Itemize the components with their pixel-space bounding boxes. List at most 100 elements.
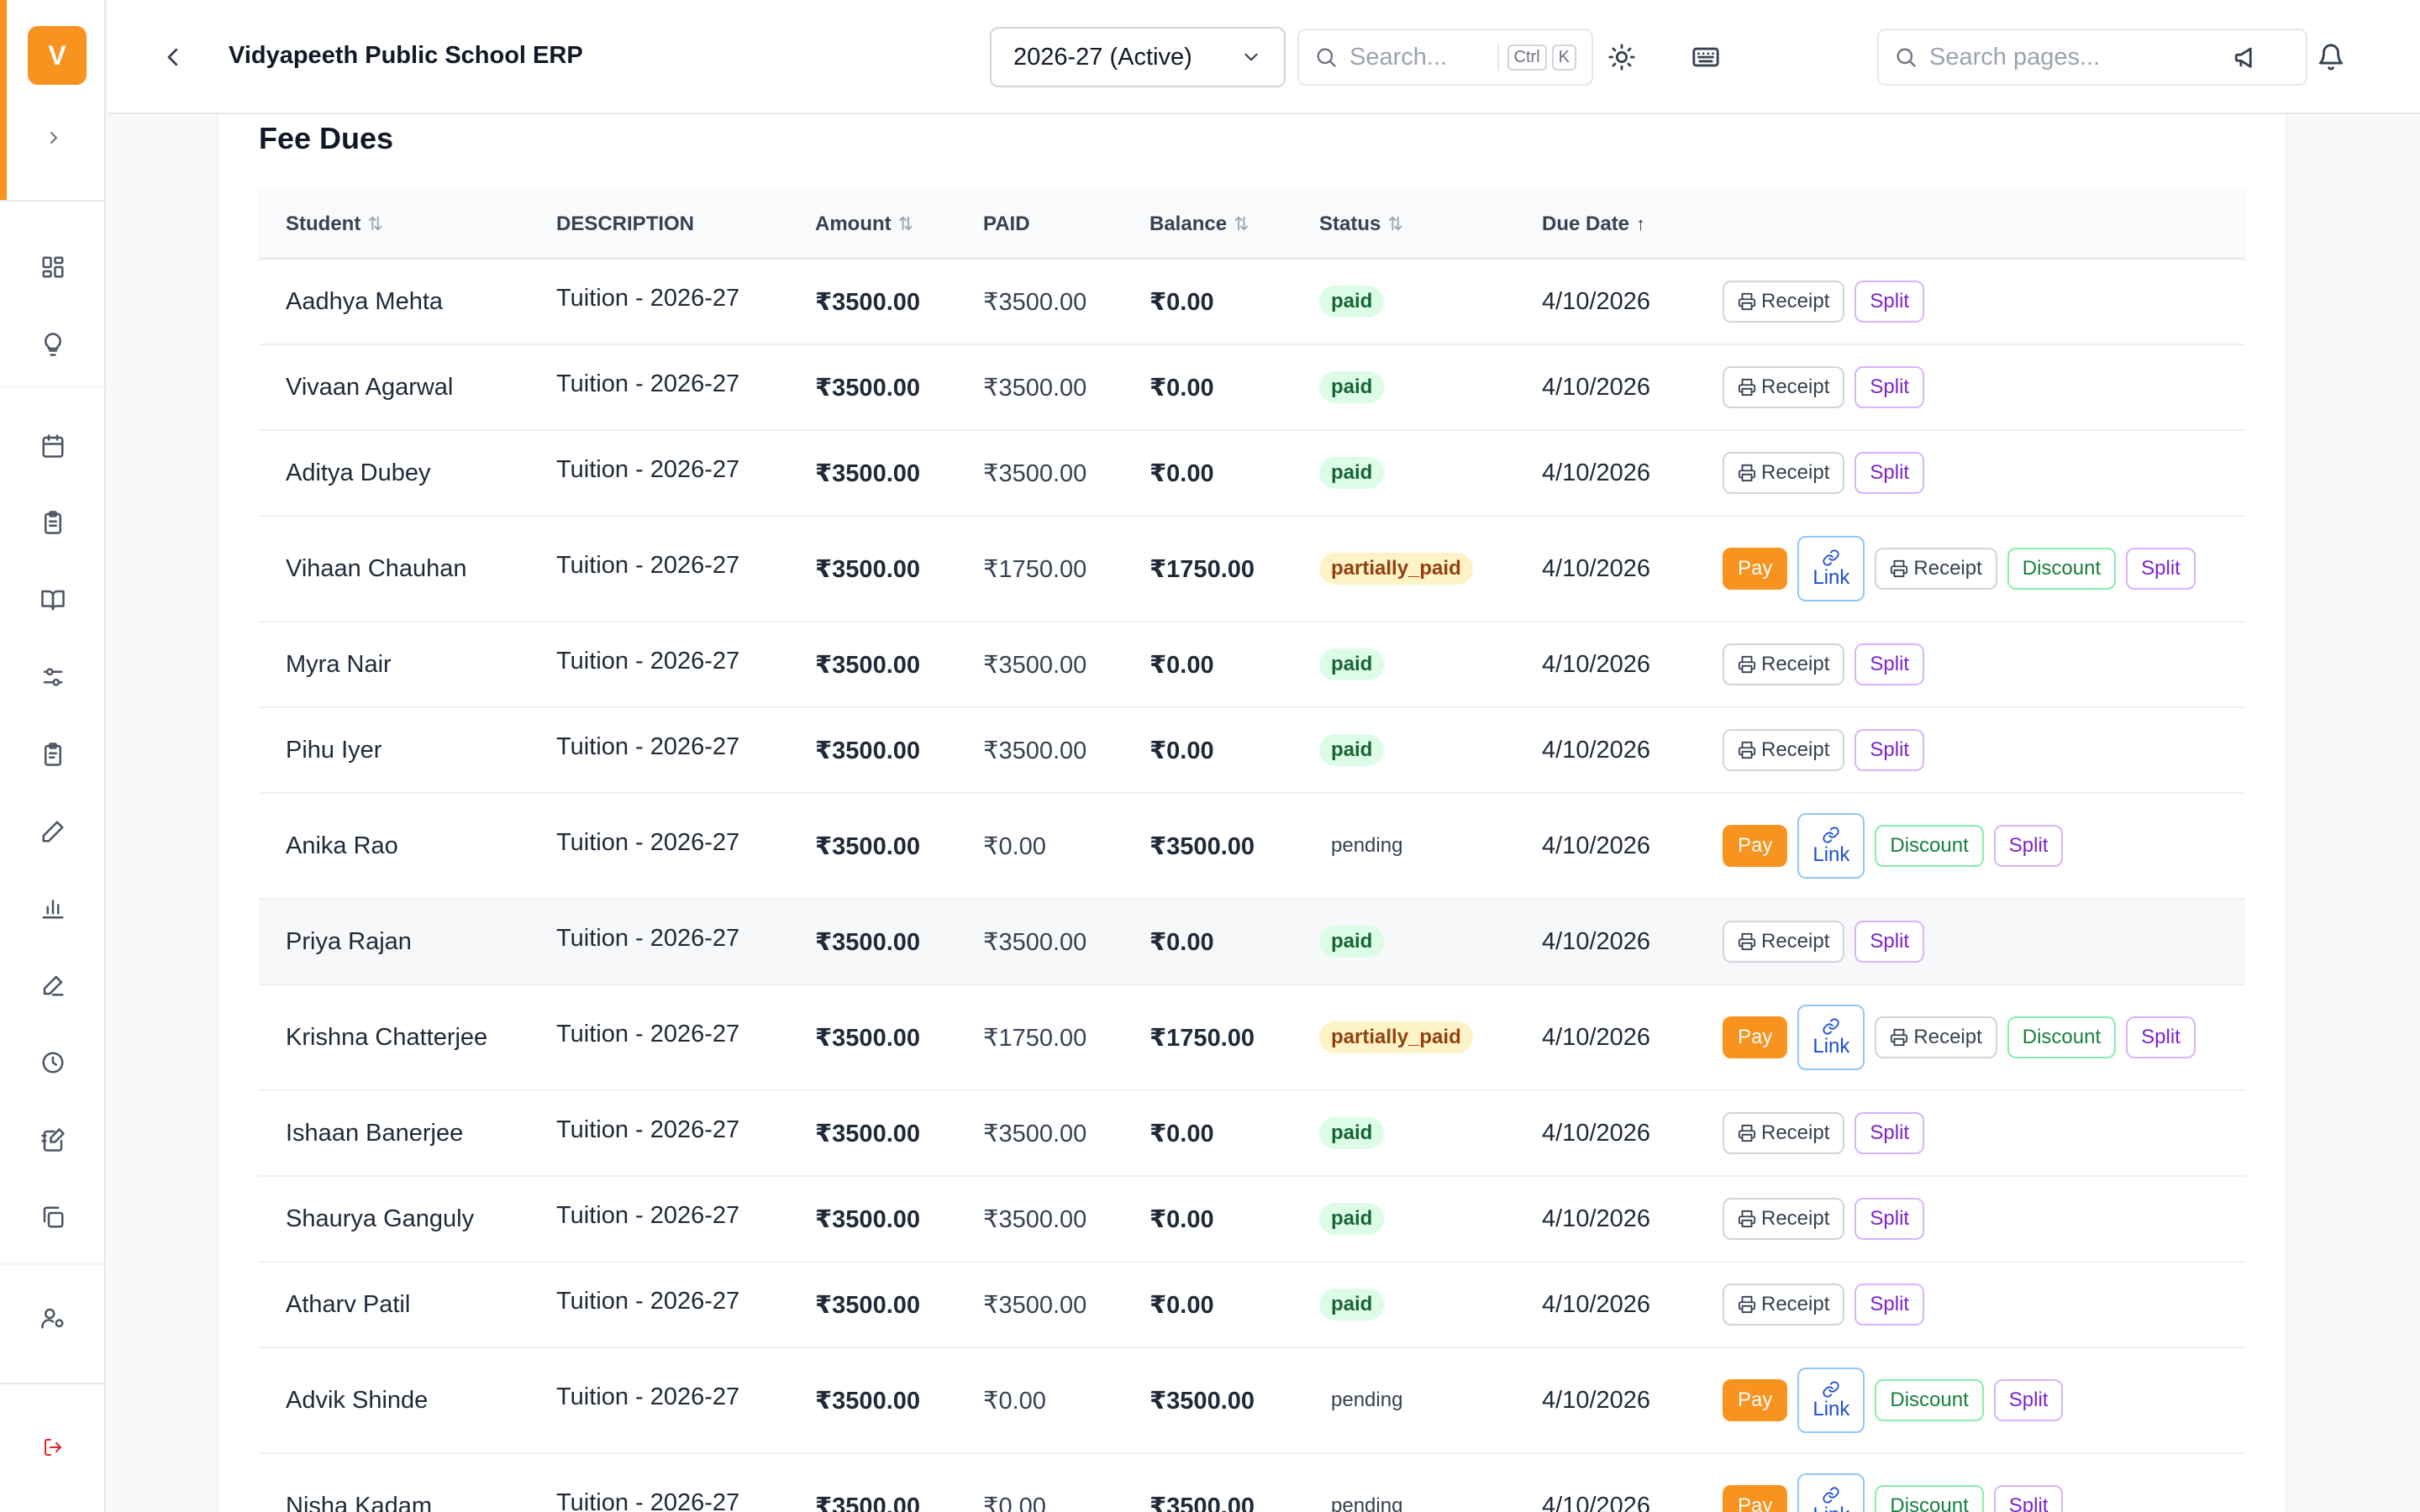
column-header-student[interactable]: Student ⇅ (259, 190, 529, 260)
split-button[interactable]: Split (1854, 1112, 1925, 1154)
user-cog-icon (41, 1308, 64, 1329)
announcements-button[interactable] (2227, 37, 2267, 77)
discount-button[interactable]: Discount (1875, 1485, 1984, 1512)
printer-icon (1738, 741, 1756, 759)
sidebar-divider (0, 1383, 106, 1384)
paid-amount: ₹3500.00 (956, 899, 1123, 985)
discount-button[interactable]: Discount (2007, 1016, 2117, 1058)
student-name: Vihaan Chauhan (259, 516, 529, 622)
link-button[interactable]: Link (1797, 536, 1865, 601)
printer-icon (1738, 655, 1756, 674)
sidebar-item-timetable[interactable] (34, 1043, 72, 1082)
fee-description: Tuition - 2026-27 (529, 793, 788, 900)
pay-button[interactable]: Pay (1723, 1379, 1788, 1421)
status-cell: partially_paid (1292, 516, 1515, 622)
link-button[interactable]: Link (1797, 1368, 1865, 1433)
section-title: Fee Dues (259, 121, 394, 155)
pay-button[interactable]: Pay (1723, 825, 1788, 867)
due-date: 4/10/2026 (1515, 793, 1696, 900)
sidebar-item-settings[interactable] (34, 658, 72, 696)
receipt-button[interactable]: Receipt (1875, 548, 1997, 590)
status-cell: pending (1292, 793, 1515, 900)
back-button[interactable] (155, 39, 192, 76)
split-button[interactable]: Split (1993, 825, 2064, 867)
discount-button[interactable]: Discount (1875, 1379, 1984, 1421)
receipt-button[interactable]: Receipt (1875, 1016, 1997, 1058)
sidebar-item-homework[interactable] (34, 1121, 72, 1159)
global-search-input[interactable]: Search... Ctrl K (1297, 29, 1593, 86)
column-header-balance[interactable]: Balance ⇅ (1123, 190, 1292, 260)
sidebar-item-logout[interactable] (34, 1428, 72, 1467)
app-logo[interactable]: V (28, 26, 87, 85)
receipt-button[interactable]: Receipt (1723, 1112, 1845, 1154)
pay-button[interactable]: Pay (1723, 1485, 1788, 1512)
sidebar-item-reports[interactable] (34, 889, 72, 927)
split-button[interactable]: Split (1854, 643, 1925, 685)
split-button[interactable]: Split (1854, 729, 1925, 771)
receipt-button[interactable]: Receipt (1723, 281, 1845, 323)
sidebar-divider (0, 386, 106, 388)
discount-button[interactable]: Discount (2007, 548, 2117, 590)
receipt-button[interactable]: Receipt (1723, 366, 1845, 408)
link-button[interactable]: Link (1797, 1005, 1865, 1070)
sidebar-item-attendance[interactable] (34, 503, 72, 542)
split-button[interactable]: Split (1854, 452, 1925, 494)
receipt-button[interactable]: Receipt (1723, 1198, 1845, 1240)
split-button[interactable]: Split (1993, 1379, 2064, 1421)
actions-cell: PayLinkDiscountSplit (1696, 793, 2245, 900)
column-header-amount[interactable]: Amount ⇅ (788, 190, 956, 260)
pay-button[interactable]: Pay (1723, 1016, 1788, 1058)
receipt-button[interactable]: Receipt (1723, 643, 1845, 685)
column-header-status[interactable]: Status ⇅ (1292, 190, 1515, 260)
printer-icon (1738, 292, 1756, 311)
sidebar-item-documents[interactable] (34, 1198, 72, 1236)
column-header-due-date[interactable]: Due Date ↑ (1515, 190, 1696, 260)
sidebar-item-users[interactable] (34, 1299, 72, 1337)
balance-amount: ₹0.00 (1123, 1262, 1292, 1348)
split-button[interactable]: Split (1993, 1485, 2064, 1512)
notifications-button[interactable] (2311, 37, 2351, 77)
keyboard-icon (1692, 47, 1719, 67)
sidebar-item-library[interactable] (34, 580, 72, 619)
split-button[interactable]: Split (2126, 548, 2196, 590)
status-cell: pending (1292, 1453, 1515, 1512)
link-icon (1823, 1381, 1839, 1398)
student-name: Vivaan Agarwal (259, 344, 529, 431)
paid-amount: ₹0.00 (956, 793, 1123, 900)
table-row: Krishna Chatterjee Tuition - 2026-27 ₹35… (259, 984, 2245, 1091)
academic-year-value: 2026-27 (Active) (1013, 43, 1192, 71)
sidebar-item-ideas[interactable] (34, 325, 72, 364)
receipt-button[interactable]: Receipt (1723, 452, 1845, 494)
receipt-button[interactable]: Receipt (1723, 921, 1845, 963)
split-button[interactable]: Split (1854, 281, 1925, 323)
pay-button[interactable]: Pay (1723, 548, 1788, 590)
due-date: 4/10/2026 (1515, 1090, 1696, 1177)
receipt-button[interactable]: Receipt (1723, 1284, 1845, 1326)
status-cell: paid (1292, 1262, 1515, 1348)
sidebar-item-assignments[interactable] (34, 812, 72, 851)
printer-icon (1738, 1124, 1756, 1142)
receipt-button[interactable]: Receipt (1723, 729, 1845, 771)
keyboard-shortcuts-button[interactable] (1686, 37, 1726, 77)
paid-amount: ₹3500.00 (956, 259, 1123, 345)
theme-toggle-button[interactable] (1602, 37, 1642, 77)
sidebar-item-notes[interactable] (34, 966, 72, 1005)
sidebar-item-exams[interactable] (34, 735, 72, 774)
split-button[interactable]: Split (1854, 921, 1925, 963)
split-button[interactable]: Split (1854, 1198, 1925, 1240)
split-button[interactable]: Split (2126, 1016, 2196, 1058)
student-name: Advik Shinde (259, 1347, 529, 1454)
student-name: Pihu Iyer (259, 707, 529, 794)
actions-cell: Pay Link Receipt Discount Split (1696, 516, 2245, 622)
sidebar-expand-button[interactable] (39, 123, 69, 153)
academic-year-select[interactable]: 2026-27 (Active) (990, 27, 1286, 87)
balance-amount: ₹0.00 (1123, 1090, 1292, 1177)
link-button[interactable]: Link (1797, 813, 1865, 879)
sidebar-item-calendar[interactable] (34, 427, 72, 465)
split-button[interactable]: Split (1854, 1284, 1925, 1326)
split-button[interactable]: Split (1854, 366, 1925, 408)
discount-button[interactable]: Discount (1875, 825, 1984, 867)
sidebar-item-dashboard[interactable] (34, 248, 72, 286)
link-button[interactable]: Link (1797, 1473, 1865, 1512)
actions-cell: Receipt Split (1696, 259, 2245, 345)
